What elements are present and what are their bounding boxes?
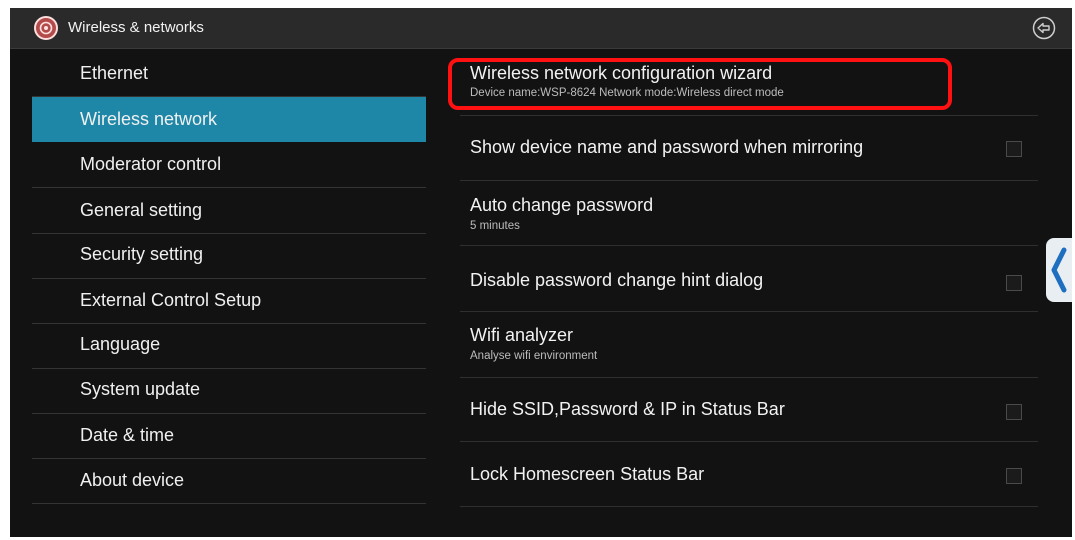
nav-item-label: General setting — [80, 200, 203, 220]
nav-item-system-update[interactable]: System update — [32, 367, 426, 412]
nav-item-label: About device — [80, 470, 185, 490]
nav-item-label: System update — [80, 379, 201, 399]
setting-title: Disable password change hint dialog — [470, 270, 764, 290]
nav-item-ethernet[interactable]: Ethernet — [32, 51, 426, 96]
setting-auto-change-password[interactable]: Auto change password 5 minutes — [460, 195, 1038, 232]
divider — [460, 115, 1038, 116]
nav-item-wireless-network[interactable]: Wireless network — [32, 97, 426, 142]
nav-item-about-device[interactable]: About device — [32, 458, 426, 503]
highlight-box — [448, 58, 952, 110]
nav-item-label: Ethernet — [80, 63, 149, 83]
divider — [460, 245, 1038, 246]
chevron-left-icon — [1051, 247, 1067, 293]
nav-item-moderator-control[interactable]: Moderator control — [32, 142, 426, 187]
page-title: Wireless & networks — [68, 19, 204, 36]
settings-app-icon[interactable] — [34, 16, 58, 40]
title-bar: Wireless & networks — [10, 8, 1072, 49]
nav-item-security-setting[interactable]: Security setting — [32, 232, 426, 277]
back-arrow-icon[interactable] — [1032, 16, 1056, 40]
hide-ssid-checkbox[interactable] — [1006, 404, 1022, 420]
setting-title: Auto change password — [470, 195, 654, 215]
settings-nav: Ethernet Wireless network Moderator cont… — [10, 49, 435, 537]
settings-list: Wireless network configuration wizard De… — [460, 49, 1072, 537]
divider — [460, 180, 1038, 181]
nav-item-general-setting[interactable]: General setting — [32, 188, 426, 233]
disable-password-hint-checkbox[interactable] — [1006, 275, 1022, 291]
setting-wifi-analyzer[interactable]: Wifi analyzer Analyse wifi environment — [460, 325, 1038, 362]
divider — [460, 311, 1038, 312]
setting-title: Show device name and password when mirro… — [470, 137, 864, 157]
divider — [460, 441, 1038, 442]
nav-item-label: Moderator control — [80, 154, 222, 174]
setting-title: Lock Homescreen Status Bar — [470, 464, 705, 484]
lock-homescreen-checkbox[interactable] — [1006, 468, 1022, 484]
setting-title: Hide SSID,Password & IP in Status Bar — [470, 399, 785, 419]
settings-screen: Wireless & networks Ethernet Wireless ne… — [10, 8, 1072, 537]
setting-subtitle: Analyse wifi environment — [470, 350, 598, 362]
nav-item-label: Date & time — [80, 425, 175, 445]
setting-show-device-name[interactable]: Show device name and password when mirro… — [460, 137, 1038, 158]
nav-item-language[interactable]: Language — [32, 322, 426, 367]
setting-subtitle: 5 minutes — [470, 220, 520, 232]
setting-lock-homescreen[interactable]: Lock Homescreen Status Bar — [460, 464, 1038, 485]
nav-item-label: Security setting — [80, 244, 204, 264]
nav-item-external-control-setup[interactable]: External Control Setup — [32, 278, 426, 323]
setting-hide-ssid[interactable]: Hide SSID,Password & IP in Status Bar — [460, 399, 1038, 420]
setting-disable-password-hint[interactable]: Disable password change hint dialog — [460, 270, 1038, 291]
nav-item-date-time[interactable]: Date & time — [32, 413, 426, 458]
show-device-name-checkbox[interactable] — [1006, 141, 1022, 157]
nav-item-label: Language — [80, 334, 161, 354]
divider — [460, 506, 1038, 507]
nav-item-label: Wireless network — [80, 109, 218, 129]
nav-item-label: External Control Setup — [80, 290, 262, 310]
divider — [32, 503, 426, 504]
side-drawer-handle[interactable] — [1046, 238, 1072, 302]
divider — [460, 377, 1038, 378]
setting-title: Wifi analyzer — [470, 325, 574, 345]
